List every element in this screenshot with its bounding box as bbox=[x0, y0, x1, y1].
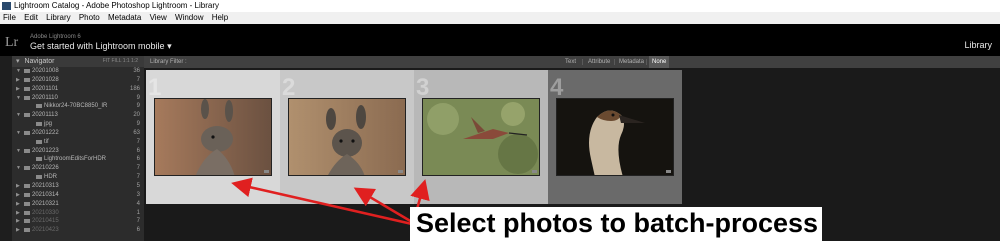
annotation-arrows bbox=[231, 177, 430, 226]
arrow-to-photo-1 bbox=[231, 177, 413, 226]
annotation-caption: Select photos to batch-process bbox=[416, 208, 819, 238]
